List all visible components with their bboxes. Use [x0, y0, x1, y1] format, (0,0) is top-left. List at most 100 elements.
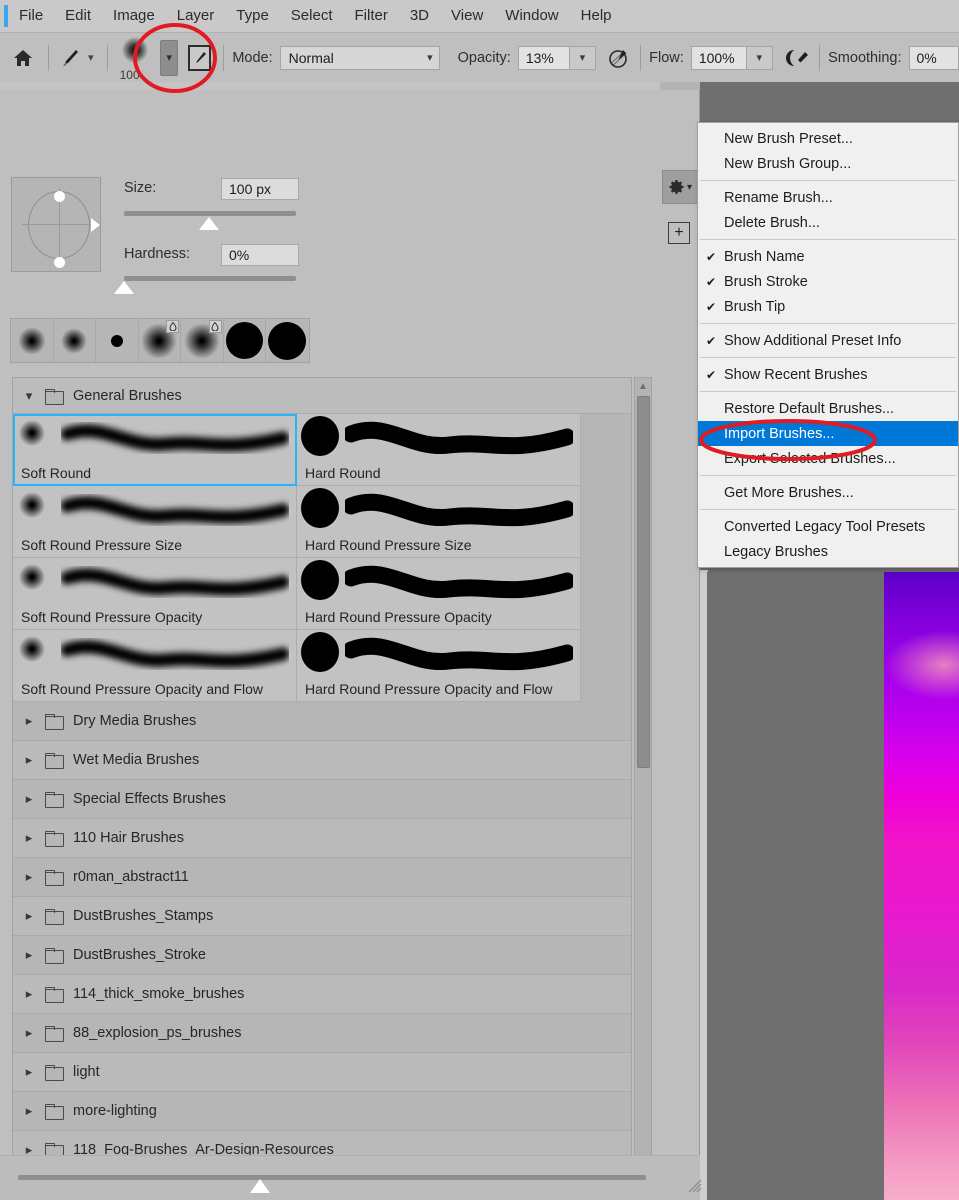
context-menu-item[interactable]: Rename Brush...	[698, 185, 958, 210]
brushes-panel-context-menu[interactable]: New Brush Preset... New Brush Group... Ren…	[697, 122, 959, 568]
opacity-chevron-down-icon[interactable]: ▾	[569, 45, 596, 70]
chevron-right-icon[interactable]: ▸	[23, 791, 35, 807]
brush-folder-row[interactable]: ▸ DustBrushes_Stroke	[13, 936, 631, 975]
chevron-right-icon[interactable]: ▸	[23, 947, 35, 963]
airbrush-icon[interactable]	[785, 43, 811, 73]
brush-tool-chevron-down-icon[interactable]: ▾	[83, 43, 99, 73]
brush-preset-item[interactable]: Soft Round Pressure Opacity	[13, 558, 297, 630]
brush-hardness-slider-track[interactable]	[124, 276, 296, 281]
chevron-down-icon[interactable]: ▾	[23, 388, 35, 404]
context-menu-item[interactable]: New Brush Group...	[698, 151, 958, 176]
chevron-up-icon[interactable]: ▲	[635, 378, 651, 394]
brush-folder-row[interactable]: ▸ Dry Media Brushes	[13, 702, 631, 741]
brush-folder-row[interactable]: ▸ DustBrushes_Stamps	[13, 897, 631, 936]
scrollbar-thumb[interactable]	[637, 396, 650, 768]
panel-tab-brushes[interactable]	[0, 82, 660, 90]
brush-preset-item[interactable]: Hard Round Pressure Opacity and Flow	[297, 630, 581, 702]
chevron-right-icon[interactable]: ▸	[23, 986, 35, 1002]
context-menu-item[interactable]: Restore Default Brushes...	[698, 396, 958, 421]
menu-item-edit[interactable]: Edit	[54, 0, 102, 32]
flow-input[interactable]: 100%	[690, 45, 747, 70]
recent-brush-item[interactable]	[224, 319, 266, 362]
brush-folder-row[interactable]: ▸ r0man_abstract11	[13, 858, 631, 897]
recent-brush-item[interactable]	[181, 319, 224, 362]
menu-item-image[interactable]: Image	[102, 0, 166, 32]
brush-size-input[interactable]: 100 px	[221, 178, 299, 200]
context-menu-item[interactable]: Brush Stroke	[698, 269, 958, 294]
menu-item-filter[interactable]: Filter	[344, 0, 399, 32]
context-menu-item[interactable]: Import Brushes...	[698, 421, 958, 446]
brush-icon[interactable]	[56, 43, 82, 73]
brush-group-general-brushes[interactable]: ▾ General Brushes	[13, 378, 631, 414]
menu-item-window[interactable]: Window	[494, 0, 569, 32]
menu-item-select[interactable]: Select	[280, 0, 344, 32]
menu-item-3d[interactable]: 3D	[399, 0, 440, 32]
brush-hardness-input[interactable]: 0%	[221, 244, 299, 266]
brush-roundness-handle-bottom[interactable]	[54, 257, 65, 268]
flow-chevron-down-icon[interactable]: ▾	[746, 45, 773, 70]
context-menu-item[interactable]: Converted Legacy Tool Presets	[698, 514, 958, 539]
blend-mode-select[interactable]: Normal ▾	[279, 45, 440, 70]
brush-folder-row[interactable]: ▸ 88_explosion_ps_brushes	[13, 1014, 631, 1053]
brush-size-slider-track[interactable]	[124, 211, 296, 216]
recent-brush-item[interactable]	[54, 319, 96, 362]
menu-item-type[interactable]: Type	[225, 0, 280, 32]
context-menu-item[interactable]: Get More Brushes...	[698, 480, 958, 505]
chevron-right-icon[interactable]: ▸	[23, 713, 35, 729]
context-menu-item[interactable]: Brush Name	[698, 244, 958, 269]
recent-brush-item[interactable]	[266, 319, 309, 362]
chevron-right-icon[interactable]: ▸	[23, 908, 35, 924]
panel-resize-grip[interactable]	[684, 1175, 702, 1193]
brush-panel-icon[interactable]	[188, 44, 212, 71]
chevron-right-icon[interactable]: ▸	[23, 1103, 35, 1119]
brush-preset-item[interactable]: Soft Round	[13, 414, 297, 486]
brush-folder-row[interactable]: ▸ Wet Media Brushes	[13, 741, 631, 780]
context-menu-item[interactable]: New Brush Preset...	[698, 126, 958, 151]
recent-brush-item[interactable]	[96, 319, 139, 362]
brush-preset-picker-chevron-down-icon[interactable]: ▾	[160, 39, 179, 76]
context-menu-item[interactable]: Show Additional Preset Info	[698, 328, 958, 353]
recent-brush-item[interactable]	[139, 319, 181, 362]
chevron-right-icon[interactable]: ▸	[23, 869, 35, 885]
chevron-right-icon[interactable]: ▸	[23, 752, 35, 768]
chevron-right-icon[interactable]: ▸	[23, 1064, 35, 1080]
brush-hardness-slider-thumb[interactable]	[114, 281, 134, 294]
brush-preset-item[interactable]: Hard Round	[297, 414, 581, 486]
menu-item-layer[interactable]: Layer	[166, 0, 226, 32]
context-menu-item[interactable]: Brush Tip	[698, 294, 958, 319]
brush-preset-list[interactable]: ▾ General Brushes Soft Round Hard Round So…	[12, 377, 632, 1200]
chevron-right-icon[interactable]: ▸	[23, 830, 35, 846]
brush-preset-item[interactable]: Soft Round Pressure Opacity and Flow	[13, 630, 297, 702]
opacity-pressure-icon[interactable]	[606, 43, 632, 73]
home-icon[interactable]	[6, 39, 40, 77]
menu-item-help[interactable]: Help	[570, 0, 623, 32]
menu-item-view[interactable]: View	[440, 0, 494, 32]
brush-list-scrollbar[interactable]: ▲ ▼	[634, 377, 652, 1200]
panel-menu-gear-icon[interactable]: ▾	[662, 170, 698, 204]
brush-folder-row[interactable]: ▸ more-lighting	[13, 1092, 631, 1131]
context-menu-item[interactable]: Show Recent Brushes	[698, 362, 958, 387]
brush-preset-item[interactable]: Soft Round Pressure Size	[13, 486, 297, 558]
brush-angle-control[interactable]	[11, 177, 101, 272]
brush-folder-row[interactable]: ▸ light	[13, 1053, 631, 1092]
new-brush-group-plus-icon[interactable]: +	[668, 222, 690, 244]
brush-folder-row[interactable]: ▸ 110 Hair Brushes	[13, 819, 631, 858]
context-menu-item[interactable]: Delete Brush...	[698, 210, 958, 235]
panel-bottom-slider-track[interactable]	[18, 1175, 646, 1180]
brush-preset-item[interactable]: Hard Round Pressure Opacity	[297, 558, 581, 630]
brush-preset-item[interactable]: Hard Round Pressure Size	[297, 486, 581, 558]
brush-size-preview[interactable]: 100	[116, 35, 157, 82]
recent-brush-item[interactable]	[11, 319, 54, 362]
menu-item-file[interactable]: File	[8, 0, 54, 32]
context-menu-item[interactable]: Export Selected Brushes...	[698, 446, 958, 471]
panel-bottom-slider-thumb[interactable]	[250, 1179, 270, 1193]
opacity-input[interactable]: 13%	[517, 45, 570, 70]
chevron-right-icon[interactable]: ▸	[23, 1025, 35, 1041]
context-menu-item[interactable]: Legacy Brushes	[698, 539, 958, 564]
brush-folder-row[interactable]: ▸ Special Effects Brushes	[13, 780, 631, 819]
brush-size-slider-thumb[interactable]	[199, 217, 219, 230]
brush-folder-row[interactable]: ▸ 114_thick_smoke_brushes	[13, 975, 631, 1014]
smoothing-input[interactable]: 0%	[908, 45, 959, 70]
brush-roundness-handle-top[interactable]	[54, 191, 65, 202]
brush-angle-pointer-icon[interactable]	[91, 218, 100, 232]
